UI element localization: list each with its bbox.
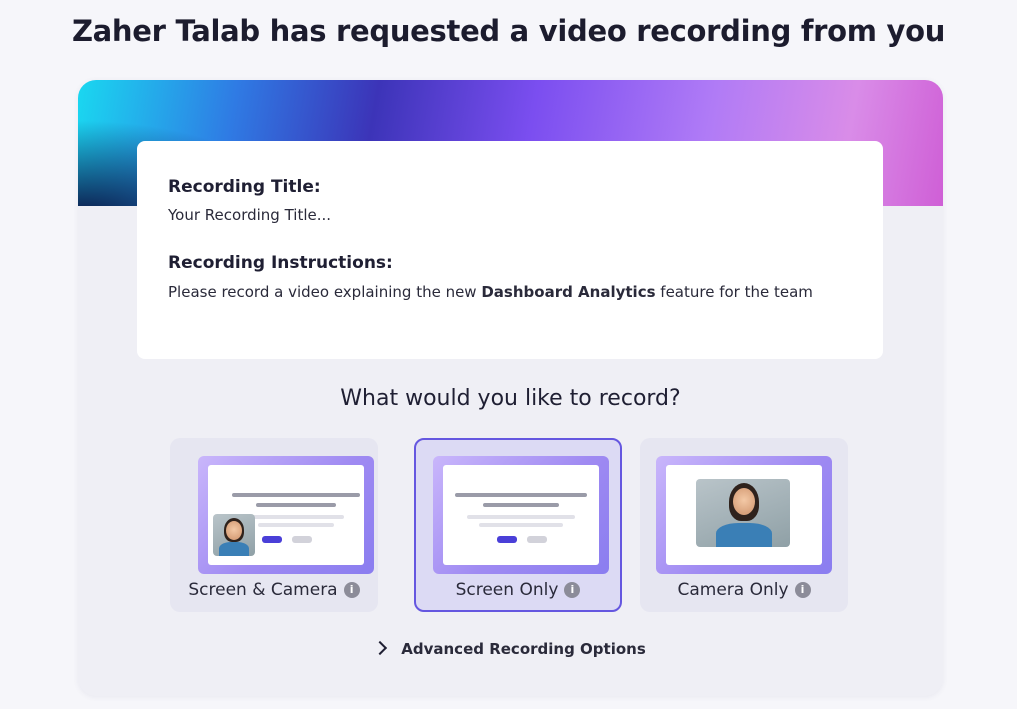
preview-primary-button [262,536,282,543]
camera-person-body [219,542,249,556]
camera-person-body [716,523,772,547]
preview-line [256,503,336,507]
preview-line [248,515,344,519]
instructions-text-start: Please record a video explaining the new [168,283,482,301]
preview-screen [666,465,822,565]
option-label-text: Screen Only [455,580,559,600]
preview-secondary-button [527,536,547,543]
option-label: Screen & Camera i [170,580,378,600]
advanced-recording-options-toggle[interactable]: Advanced Recording Options [78,640,943,658]
preview-line [258,523,334,527]
screen-and-camera-preview [198,456,374,574]
camera-thumbnail [213,514,255,556]
option-screen-only[interactable]: Screen Only i [414,438,622,612]
recording-instructions-text: Please record a video explaining the new… [168,279,848,305]
preview-screen [443,465,599,565]
recording-title-label: Recording Title: [168,177,321,197]
preview-line [455,493,587,497]
preview-line [467,515,575,519]
instructions-text-end: feature for the team [655,283,813,301]
option-label-text: Camera Only [677,580,789,600]
chevron-right-icon [373,640,388,655]
info-icon[interactable]: i [343,582,360,598]
preview-line [479,523,563,527]
screen-only-preview [433,456,609,574]
option-label: Camera Only i [640,580,848,600]
recording-info-panel: Recording Title: Your Recording Title...… [137,141,883,359]
camera-person-face [733,488,755,515]
preview-primary-button [497,536,517,543]
record-type-question: What would you like to record? [340,386,681,411]
camera-view [696,479,790,547]
recording-title-value: Your Recording Title... [168,206,332,224]
camera-person-face [226,521,242,540]
option-label: Screen Only i [416,580,620,600]
preview-line [232,493,360,497]
recording-instructions-label: Recording Instructions: [168,253,393,273]
preview-line [483,503,559,507]
instructions-feature-name: Dashboard Analytics [481,283,656,301]
page-title: Zaher Talab has requested a video record… [71,14,946,48]
option-screen-and-camera[interactable]: Screen & Camera i [170,438,378,612]
recording-request-card: Recording Title: Your Recording Title...… [78,80,943,696]
camera-only-preview [656,456,832,574]
info-icon[interactable]: i [564,582,581,598]
option-camera-only[interactable]: Camera Only i [640,438,848,612]
preview-secondary-button [292,536,312,543]
info-icon[interactable]: i [794,582,811,598]
advanced-options-label: Advanced Recording Options [401,640,646,658]
option-label-text: Screen & Camera [188,580,338,600]
